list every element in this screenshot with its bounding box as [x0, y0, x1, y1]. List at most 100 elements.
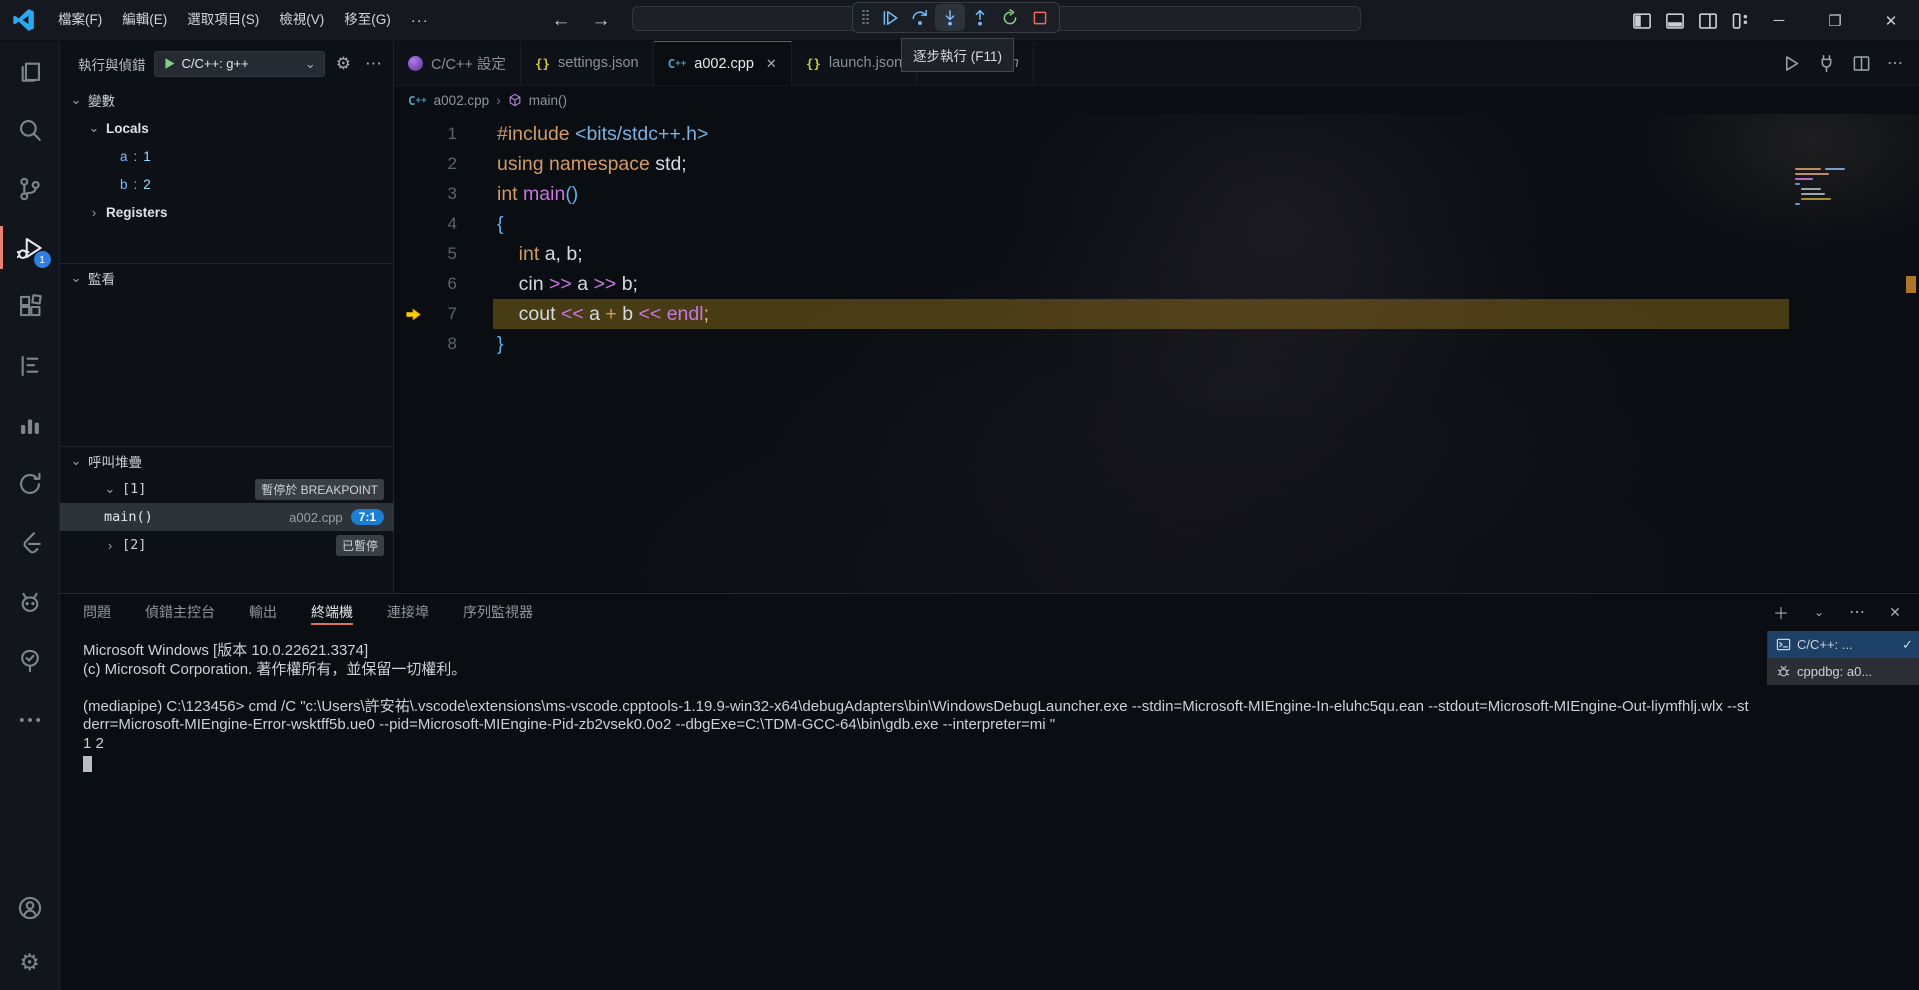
watch-section-header[interactable]: ⌄監看 — [60, 264, 394, 292]
restore-icon[interactable]: ❐ — [1807, 0, 1863, 41]
menu-item[interactable]: 檢視(V) — [269, 6, 334, 34]
editor-more-icon[interactable]: ⋯ — [1887, 53, 1903, 73]
toggle-panel-icon[interactable] — [1665, 11, 1685, 31]
minimap[interactable] — [1795, 168, 1853, 212]
current-statement-arrow-icon — [405, 306, 422, 323]
line-number: 4 — [394, 209, 493, 239]
sync-arrow-icon[interactable] — [0, 454, 60, 513]
panel-tab-終端機[interactable]: 終端機 — [311, 594, 353, 629]
step-into-tooltip: 逐步執行 (F11) — [901, 38, 1014, 72]
debug-settings-gear-icon[interactable]: ⚙ — [333, 54, 354, 74]
panel-tab-序列監視器[interactable]: 序列監視器 — [463, 594, 533, 629]
tab-settings.json[interactable]: {}settings.json — [521, 41, 654, 85]
terminal-dropdown-icon[interactable]: ⌄ — [1809, 605, 1829, 619]
new-terminal-icon[interactable]: ＋ — [1771, 600, 1791, 624]
leetcode-icon[interactable] — [0, 513, 60, 572]
variable-row-a[interactable]: a:1 — [60, 142, 394, 170]
customize-layout-icon[interactable] — [1731, 11, 1751, 31]
code-line-4[interactable]: 4{ — [394, 209, 1919, 239]
forward-icon[interactable]: → — [588, 10, 614, 32]
outline-list-icon[interactable] — [0, 336, 60, 395]
run-and-debug-icon[interactable]: 1 — [0, 218, 60, 277]
terminal-instance-1[interactable]: C/C++: ...✓ — [1768, 631, 1919, 658]
check-icon: ✓ — [1902, 637, 1913, 653]
line-number: 3 — [394, 179, 493, 209]
close-window-icon[interactable]: ✕ — [1863, 0, 1919, 41]
plug-icon[interactable] — [1817, 54, 1836, 73]
toolbar-drag-handle[interactable] — [860, 9, 872, 27]
code-line-7[interactable]: 7 cout << a + b << endl; — [394, 299, 1919, 329]
breadcrumb-symbol[interactable]: main() — [529, 93, 567, 108]
panel-tab-偵錯主控台[interactable]: 偵錯主控台 — [145, 594, 215, 629]
tab-a002.cpp[interactable]: C++a002.cpp✕ — [654, 41, 792, 85]
more-views-icon[interactable] — [0, 690, 60, 749]
debug-sidebar-header: 執行與偵錯 C/C++: g++ ⌄ ⚙ ⋯ — [60, 41, 393, 86]
menu-overflow[interactable]: ··· — [401, 12, 439, 29]
panel-tab-連接埠[interactable]: 連接埠 — [387, 594, 429, 629]
code-editor[interactable]: 1#include <bits/stdc++.h>2using namespac… — [394, 114, 1919, 593]
line-content: { — [493, 209, 1919, 239]
back-icon[interactable]: ← — [548, 10, 574, 32]
terminal-output[interactable]: Microsoft Windows [版本 10.0.22621.3374](c… — [83, 642, 1755, 772]
code-line-1[interactable]: 1#include <bits/stdc++.h> — [394, 119, 1919, 149]
line-content: #include <bits/stdc++.h> — [493, 119, 1919, 149]
code-line-6[interactable]: 6 cin >> a >> b; — [394, 269, 1919, 299]
menu-item[interactable]: 檔案(F) — [48, 6, 112, 34]
debug-launch-config-button[interactable]: C/C++: g++ ⌄ — [154, 51, 325, 77]
settings-gear-icon[interactable]: ⚙ — [0, 935, 60, 990]
tab-label: launch.json — [829, 55, 902, 71]
debug-restart-button[interactable] — [995, 4, 1025, 31]
menu-item[interactable]: 選取項目(S) — [177, 6, 269, 34]
menu-item[interactable]: 移至(G) — [334, 6, 401, 34]
toggle-sidebar-icon[interactable] — [1632, 11, 1652, 31]
launch-config-label: C/C++: g++ — [182, 56, 249, 71]
debug-stop-button[interactable] — [1025, 4, 1055, 31]
split-editor-icon[interactable] — [1852, 54, 1871, 73]
line-number: 6 — [394, 269, 493, 299]
call-stack-header[interactable]: ⌄呼叫堆疊 — [60, 447, 394, 475]
close-panel-icon[interactable]: ✕ — [1885, 604, 1905, 621]
debug-step-out-button[interactable] — [965, 4, 995, 31]
sidebar-more-icon[interactable]: ⋯ — [362, 54, 385, 74]
terminal-instance-list: C/C++: ...✓ cppdbg: a0... — [1767, 631, 1919, 685]
vscode-logo-icon — [10, 7, 36, 33]
editor-group: C/C++ 設定{}settings.jsonC++a002.cpp✕{}lau… — [394, 41, 1919, 593]
panel-tab-輸出[interactable]: 輸出 — [249, 594, 277, 629]
search-icon[interactable] — [0, 100, 60, 159]
code-line-3[interactable]: 3int main() — [394, 179, 1919, 209]
code-line-8[interactable]: 8} — [394, 329, 1919, 359]
run-file-icon[interactable] — [1782, 54, 1801, 73]
extensions-icon[interactable] — [0, 277, 60, 336]
panel-tab-問題[interactable]: 問題 — [83, 594, 111, 629]
tab-C/C++ 設定[interactable]: C/C++ 設定 — [394, 41, 521, 85]
thread-row-1[interactable]: ⌄[1] 暫停於 BREAKPOINT — [60, 475, 394, 503]
robot-icon[interactable] — [0, 572, 60, 631]
minimize-icon[interactable]: ─ — [1751, 0, 1807, 41]
terminal-line: 1 2 — [83, 735, 1755, 754]
terminal-instance-2[interactable]: cppdbg: a0... — [1768, 658, 1919, 685]
menu-item[interactable]: 編輯(E) — [112, 6, 177, 34]
stack-frame-main[interactable]: main() a002.cpp 7:1 — [60, 503, 394, 531]
debug-continue-button[interactable] — [875, 4, 905, 31]
registers-group[interactable]: ›Registers — [60, 198, 394, 226]
debug-step-into-button[interactable] — [935, 4, 965, 31]
breadcrumb-file[interactable]: a002.cpp — [434, 93, 490, 108]
source-control-icon[interactable] — [0, 159, 60, 218]
terminal-instance-label: cppdbg: a0... — [1797, 664, 1872, 679]
thread-row-2[interactable]: ›[2] 已暫停 — [60, 531, 394, 559]
locals-group[interactable]: ⌄Locals — [60, 114, 394, 142]
todo-tree-icon[interactable] — [0, 631, 60, 690]
close-tab-icon[interactable]: ✕ — [766, 56, 777, 72]
toggle-secondary-sidebar-icon[interactable] — [1698, 11, 1718, 31]
variable-row-b[interactable]: b:2 — [60, 170, 394, 198]
debug-step-over-button[interactable] — [905, 4, 935, 31]
code-line-2[interactable]: 2using namespace std; — [394, 149, 1919, 179]
account-icon[interactable] — [0, 880, 60, 935]
panel-more-icon[interactable]: ⋯ — [1847, 602, 1867, 622]
tab-launch.json[interactable]: {}launch.json — [792, 41, 917, 85]
code-line-5[interactable]: 5 int a, b; — [394, 239, 1919, 269]
terminal-icon — [1776, 637, 1791, 652]
bar-chart-icon[interactable] — [0, 395, 60, 454]
variables-section-header[interactable]: ⌄變數 — [60, 86, 394, 114]
explorer-icon[interactable] — [0, 41, 60, 100]
